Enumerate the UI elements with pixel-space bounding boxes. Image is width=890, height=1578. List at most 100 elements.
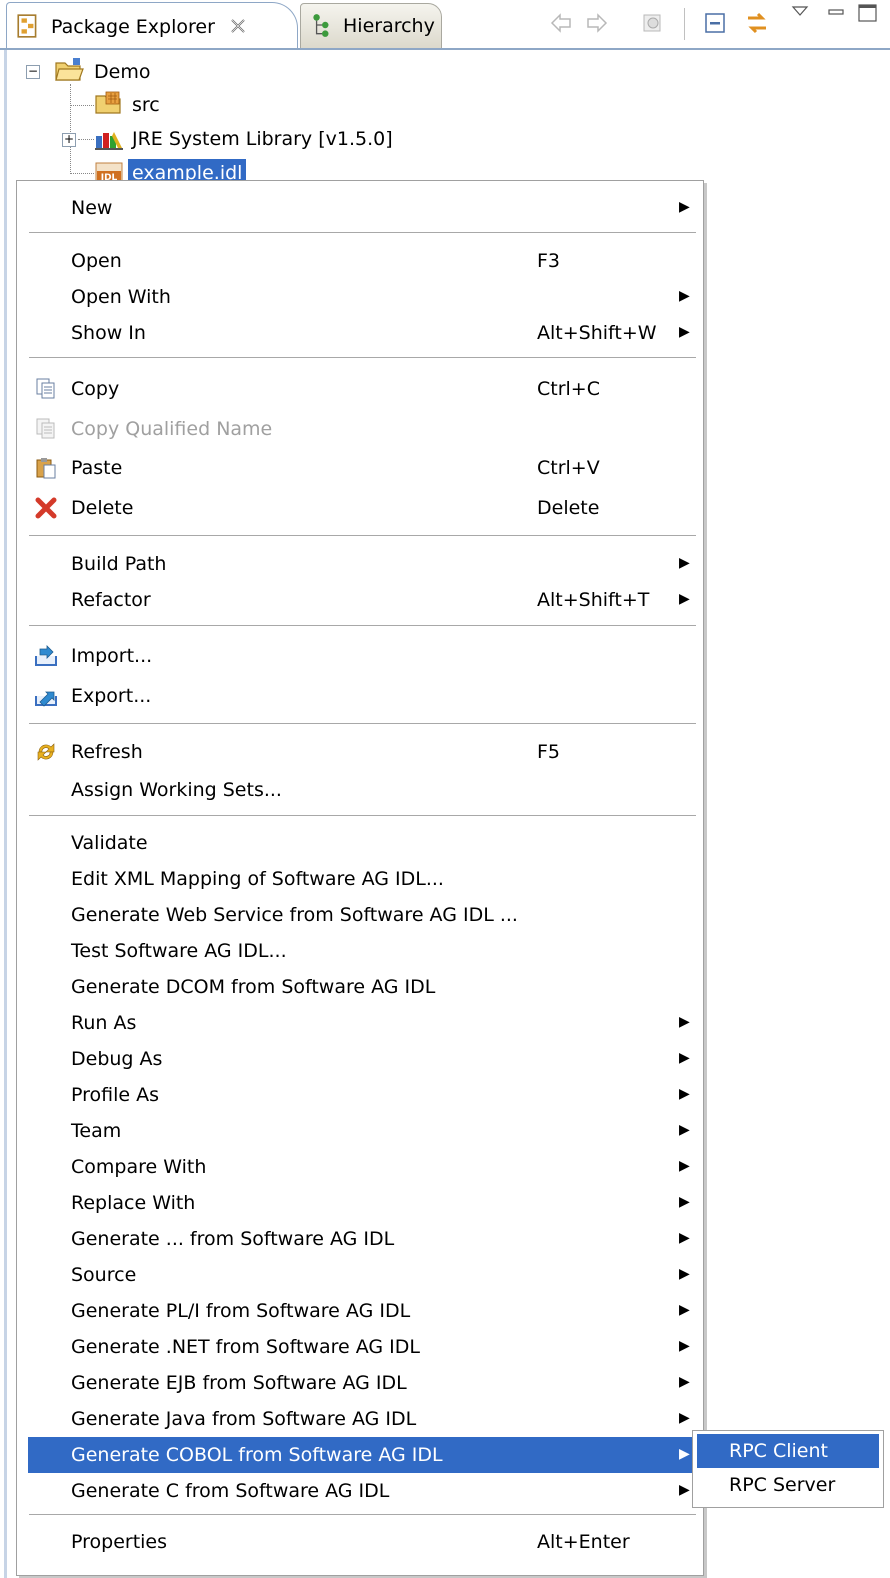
view-menu-icon[interactable] <box>790 4 810 20</box>
copy-icon <box>36 378 55 399</box>
submenu-arrow-icon: ▶ <box>679 1122 690 1138</box>
copy-qualified-name-icon <box>36 418 55 439</box>
menu-item-generate-c-from-software-ag-idl[interactable]: Generate C from Software AG IDL ▶ <box>28 1473 699 1509</box>
menu-item-generate-from-software-ag-idl[interactable]: Generate ... from Software AG IDL ▶ <box>28 1221 699 1257</box>
close-icon[interactable] <box>229 17 247 35</box>
menu-item-label: Show In <box>71 322 146 344</box>
menu-item-refactor[interactable]: Refactor Alt+Shift+T ▶ <box>28 582 699 618</box>
menu-item-debug-as[interactable]: Debug As ▶ <box>28 1041 699 1077</box>
tab-hierarchy[interactable]: Hierarchy <box>300 3 442 49</box>
minimize-icon[interactable] <box>826 4 846 20</box>
menu-item-generate-web-service-from-software-ag-idl[interactable]: Generate Web Service from Software AG ID… <box>28 897 699 933</box>
menu-item-copy-qualified-name[interactable]: Copy Qualified Name <box>28 411 699 447</box>
back-icon[interactable] <box>548 10 574 36</box>
menu-item-label: Delete <box>71 497 134 519</box>
menu-item-shortcut: Ctrl+V <box>537 457 600 479</box>
submenu-arrow-icon: ▶ <box>679 1410 690 1426</box>
menu-item-generate-ejb-from-software-ag-idl[interactable]: Generate EJB from Software AG IDL ▶ <box>28 1365 699 1401</box>
collapse-all-icon[interactable] <box>702 10 728 36</box>
package-explorer-icon <box>17 14 37 38</box>
menu-item-replace-with[interactable]: Replace With ▶ <box>28 1185 699 1221</box>
menu-item-label: Run As <box>71 1012 137 1034</box>
menu-item-label: Test Software AG IDL... <box>71 940 287 962</box>
menu-item-label: Copy <box>71 378 120 400</box>
menu-item-import[interactable]: Import... <box>28 638 699 674</box>
menu-item-label: Source <box>71 1264 137 1286</box>
menu-item-label: Generate Java from Software AG IDL <box>71 1408 417 1430</box>
submenu-arrow-icon: ▶ <box>679 1266 690 1282</box>
menu-item-export[interactable]: Export... <box>28 678 699 714</box>
tree-item-jre[interactable]: JRE System Library [v1.5.0] <box>132 125 393 153</box>
menu-item-label: Paste <box>71 457 123 479</box>
menu-item-profile-as[interactable]: Profile As ▶ <box>28 1077 699 1113</box>
menu-item-generate-java-from-software-ag-idl[interactable]: Generate Java from Software AG IDL ▶ <box>28 1401 699 1437</box>
tab-package-explorer[interactable]: Package Explorer <box>6 2 298 49</box>
submenu-item-label: RPC Server <box>729 1474 836 1496</box>
menu-item-team[interactable]: Team ▶ <box>28 1113 699 1149</box>
menu-item-generate-cobol-from-software-ag-idl[interactable]: Generate COBOL from Software AG IDL ▶ <box>28 1437 699 1473</box>
tree-line <box>70 105 94 106</box>
view-left-edge <box>4 50 7 1578</box>
submenu-arrow-icon: ▶ <box>679 1302 690 1318</box>
menu-item-paste[interactable]: Paste Ctrl+V <box>28 450 699 486</box>
submenu-arrow-icon: ▶ <box>679 1194 690 1210</box>
up-icon[interactable] <box>640 10 666 36</box>
tree-item-project[interactable]: Demo <box>94 58 150 86</box>
collapse-toggle[interactable]: − <box>26 65 40 79</box>
tree-item-src[interactable]: src <box>132 91 160 119</box>
menu-separator <box>29 815 696 817</box>
menu-item-label: Refactor <box>71 589 151 611</box>
submenu-arrow-icon: ▶ <box>679 1050 690 1066</box>
menu-item-run-as[interactable]: Run As ▶ <box>28 1005 699 1041</box>
menu-item-refresh[interactable]: Refresh F5 <box>28 734 699 770</box>
menu-item-generate-net-from-software-ag-idl[interactable]: Generate .NET from Software AG IDL ▶ <box>28 1329 699 1365</box>
menu-item-validate[interactable]: Validate <box>28 825 699 861</box>
menu-item-label: Refresh <box>71 741 143 763</box>
delete-icon <box>35 497 57 519</box>
menu-item-label: Team <box>71 1120 122 1142</box>
menu-item-compare-with[interactable]: Compare With ▶ <box>28 1149 699 1185</box>
menu-item-source[interactable]: Source ▶ <box>28 1257 699 1293</box>
forward-icon[interactable] <box>584 10 610 36</box>
menu-item-open[interactable]: Open F3 <box>28 243 699 279</box>
expand-toggle[interactable]: + <box>62 133 76 147</box>
menu-item-delete[interactable]: Delete Delete <box>28 490 699 526</box>
menu-item-label: Properties <box>71 1531 168 1553</box>
tree-line <box>70 84 71 174</box>
menu-item-label: Generate .NET from Software AG IDL <box>71 1336 420 1358</box>
menu-item-build-path[interactable]: Build Path ▶ <box>28 546 699 582</box>
menu-item-assign-working-sets[interactable]: Assign Working Sets... <box>28 772 699 808</box>
menu-item-shortcut: Alt+Shift+T <box>537 589 650 611</box>
submenu-item-rpc-server[interactable]: RPC Server <box>697 1468 879 1502</box>
menu-separator <box>29 1514 696 1516</box>
submenu-arrow-icon: ▶ <box>679 1230 690 1246</box>
menu-item-open-with[interactable]: Open With ▶ <box>28 279 699 315</box>
menu-item-new[interactable]: New ▶ <box>28 190 699 226</box>
menu-item-label: Replace With <box>71 1192 196 1214</box>
menu-item-generate-pl-i-from-software-ag-idl[interactable]: Generate PL/I from Software AG IDL ▶ <box>28 1293 699 1329</box>
menu-item-label: Generate PL/I from Software AG IDL <box>71 1300 411 1322</box>
menu-item-label: Open <box>71 250 122 272</box>
submenu-item-rpc-client[interactable]: RPC Client <box>697 1434 879 1468</box>
menu-item-edit-xml-mapping-of-software-ag-idl[interactable]: Edit XML Mapping of Software AG IDL... <box>28 861 699 897</box>
menu-item-label: Import... <box>71 645 153 667</box>
paste-icon <box>36 458 56 479</box>
menu-separator <box>29 357 696 359</box>
menu-item-label: Build Path <box>71 553 167 575</box>
menu-item-show-in[interactable]: Show In Alt+Shift+W ▶ <box>28 315 699 351</box>
menu-item-properties[interactable]: Properties Alt+Enter <box>28 1524 699 1560</box>
maximize-icon[interactable] <box>856 2 880 24</box>
project-folder-icon <box>55 58 84 81</box>
submenu-arrow-icon: ▶ <box>679 1338 690 1354</box>
menu-item-shortcut: Ctrl+C <box>537 378 600 400</box>
menu-item-generate-dcom-from-software-ag-idl[interactable]: Generate DCOM from Software AG IDL <box>28 969 699 1005</box>
menu-item-test-software-ag-idl[interactable]: Test Software AG IDL... <box>28 933 699 969</box>
tree-line <box>78 139 94 140</box>
menu-item-label: Assign Working Sets... <box>71 779 282 801</box>
menu-item-copy[interactable]: Copy Ctrl+C <box>28 371 699 407</box>
context-menu: New ▶ Open F3 Open With ▶ Show In Alt+Shift+W ▶ C… <box>16 180 704 1576</box>
submenu-arrow-icon: ▶ <box>679 1446 690 1462</box>
link-with-editor-icon[interactable] <box>744 10 770 36</box>
cobol-submenu: RPC Client RPC Server <box>692 1430 884 1508</box>
source-folder-icon <box>95 91 121 114</box>
